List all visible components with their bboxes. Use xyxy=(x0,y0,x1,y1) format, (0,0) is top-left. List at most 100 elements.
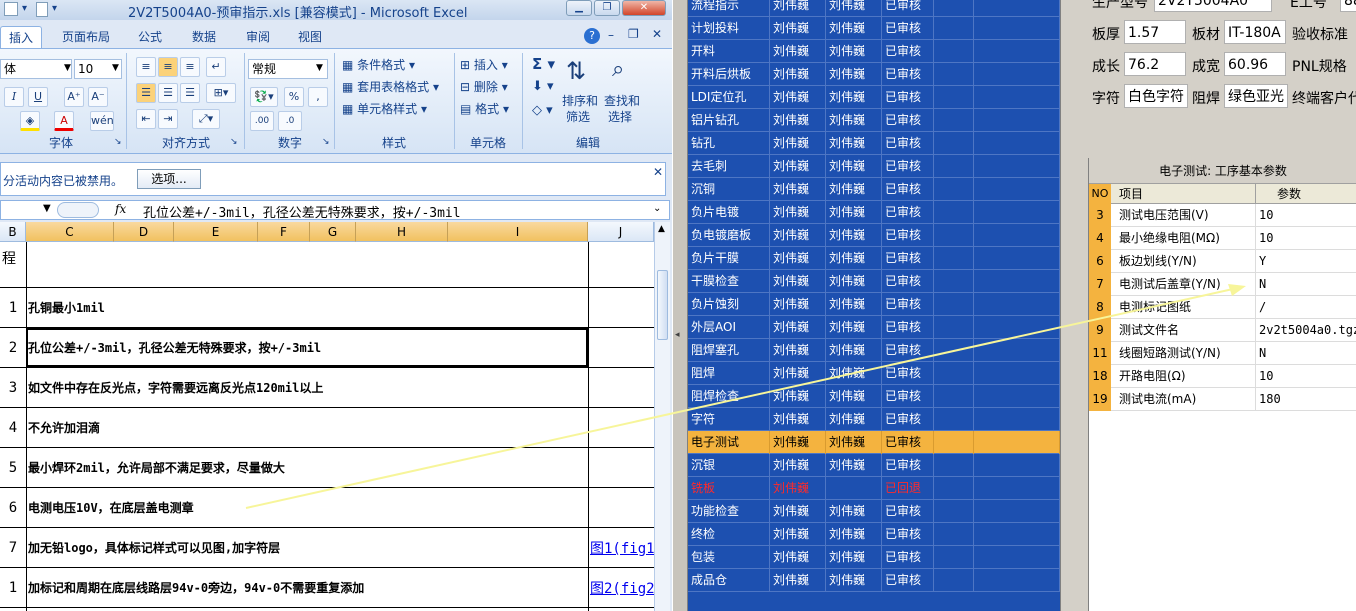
clear-icon[interactable]: ◇ ▾ xyxy=(532,103,553,118)
process-row[interactable]: 开料后烘板 刘伟巍 刘伟巍 已审核 xyxy=(688,63,1060,86)
find-select-icon[interactable]: ⌕ xyxy=(612,57,624,82)
worksheet[interactable]: B C D E F G H I J 程 1 孔铜最小1mil 2 孔位公差+/-… xyxy=(0,222,654,611)
align-top-icon[interactable]: ≡ xyxy=(136,57,156,77)
underline-icon[interactable]: U xyxy=(28,87,48,107)
param-row[interactable]: 3 测试电压范围(V) 10 xyxy=(1089,204,1356,227)
vertical-scrollbar[interactable]: ▲ xyxy=(654,222,670,611)
formula-content[interactable]: 孔位公差+/-3mil，孔径公差无特殊要求，按+/-3mil xyxy=(143,202,461,221)
splitter-arrow-icon[interactable]: ◂ xyxy=(675,330,680,340)
name-box-dropdown-icon[interactable]: ▼ xyxy=(43,203,51,214)
options-button[interactable]: 选项... xyxy=(137,169,201,189)
grow-font-icon[interactable]: A⁺ xyxy=(64,87,84,107)
font-name-select[interactable]: 体 xyxy=(0,59,72,79)
phonetic-icon[interactable]: wén xyxy=(90,111,114,131)
column-header[interactable]: D xyxy=(114,222,174,242)
table-row[interactable]: 7 加无铅logo，具体标记样式可以见图,加字符层 图1(fig1 xyxy=(0,528,654,568)
percent-icon[interactable]: % xyxy=(284,87,304,107)
number-dialog-launcher-icon[interactable]: ↘ xyxy=(322,137,330,147)
process-row[interactable]: 负片电镀 刘伟巍 刘伟巍 已审核 xyxy=(688,201,1060,224)
currency-format-icon[interactable]: 💱▾ xyxy=(250,87,278,107)
header-param[interactable]: 参数 xyxy=(1277,184,1301,204)
align-bottom-icon[interactable]: ≡ xyxy=(180,57,200,77)
minimize-icon[interactable]: ▁ xyxy=(566,0,592,16)
param-row[interactable]: 6 板边划线(Y/N) Y xyxy=(1089,250,1356,273)
column-header[interactable]: F xyxy=(258,222,310,242)
param-row[interactable]: 8 电测标记图纸 / xyxy=(1089,296,1356,319)
italic-icon[interactable]: I xyxy=(4,87,24,107)
column-header[interactable]: J xyxy=(588,222,654,242)
pane-splitter[interactable]: ◂ xyxy=(672,0,688,611)
tab-page-layout[interactable]: 页面布局 xyxy=(54,26,118,48)
font-color-icon[interactable]: A xyxy=(54,111,74,131)
thickness-value[interactable]: 1.57 xyxy=(1124,20,1186,44)
column-header[interactable]: G xyxy=(310,222,356,242)
param-row[interactable]: 7 电测试后盖章(Y/N) N xyxy=(1089,273,1356,296)
font-name-dropdown-icon[interactable]: ▼ xyxy=(64,63,71,73)
table-row[interactable]: 2 孔位公差+/-3mil，孔径公差无特殊要求，按+/-3mil xyxy=(0,328,654,368)
param-row[interactable]: 9 测试文件名 2v2t5004a0.tgz xyxy=(1089,319,1356,342)
conditional-format-button[interactable]: ▦ 条件格式 ▾ xyxy=(342,55,415,75)
maximize-icon[interactable]: ❐ xyxy=(594,0,620,16)
figure-link[interactable]: 图2(fig2 xyxy=(590,578,654,598)
fill-color-icon[interactable]: ◈ xyxy=(20,111,40,131)
column-header[interactable]: C xyxy=(26,222,114,242)
table-row[interactable]: 1 加标记和周期在底层线路层94v-0旁边，94v-0不需要重复添加 图2(fi… xyxy=(0,568,654,608)
align-center-icon[interactable]: ☰ xyxy=(158,83,178,103)
material-value[interactable]: IT-180A xyxy=(1224,20,1286,44)
param-row[interactable]: 18 开路电阻(Ω) 10 xyxy=(1089,365,1356,388)
close-workbook-icon[interactable]: ✕ xyxy=(652,27,662,41)
close-window-icon[interactable]: ✕ xyxy=(622,0,666,16)
process-row[interactable]: 成品仓 刘伟巍 刘伟巍 已审核 xyxy=(688,569,1060,592)
process-row[interactable]: 终检 刘伟巍 刘伟巍 已审核 xyxy=(688,523,1060,546)
table-row[interactable]: 3 如文件中存在反光点，字符需要远离反光点120mil以上 xyxy=(0,368,654,408)
character-value[interactable]: 白色字符 xyxy=(1124,84,1188,108)
tab-view[interactable]: 视图 xyxy=(290,26,330,48)
column-header[interactable]: E xyxy=(174,222,258,242)
ribbon-restore-icon[interactable]: ❐ xyxy=(628,27,639,41)
align-right-icon[interactable]: ☰ xyxy=(180,83,200,103)
tab-formulas[interactable]: 公式 xyxy=(130,26,170,48)
process-row[interactable]: 电子测试 刘伟巍 刘伟巍 已审核 xyxy=(688,431,1060,454)
decrease-decimal-icon[interactable]: .0 xyxy=(278,111,302,131)
decrease-indent-icon[interactable]: ⇤ xyxy=(136,109,156,129)
increase-decimal-icon[interactable]: .00 xyxy=(250,111,274,131)
process-row[interactable]: 流程指示 刘伟巍 刘伟巍 已审核 xyxy=(688,0,1060,17)
process-row[interactable]: 沉银 刘伟巍 刘伟巍 已审核 xyxy=(688,454,1060,477)
quick-access-icon[interactable] xyxy=(4,2,18,16)
find-select-label-2[interactable]: 选择 xyxy=(608,107,632,127)
alignment-dialog-launcher-icon[interactable]: ↘ xyxy=(230,137,238,147)
tab-review[interactable]: 审阅 xyxy=(238,26,278,48)
table-row[interactable]: 6 电测电压10V，在底层盖电测章 xyxy=(0,488,654,528)
process-row[interactable]: 干膜检查 刘伟巍 刘伟巍 已审核 xyxy=(688,270,1060,293)
process-row[interactable]: 沉铜 刘伟巍 刘伟巍 已审核 xyxy=(688,178,1060,201)
header-item[interactable]: 项目 xyxy=(1119,184,1143,204)
format-as-table-button[interactable]: ▦ 套用表格格式 ▾ xyxy=(342,77,439,97)
process-row[interactable]: 阻焊 刘伟巍 刘伟巍 已审核 xyxy=(688,362,1060,385)
process-row[interactable]: 阻焊检查 刘伟巍 刘伟巍 已审核 xyxy=(688,385,1060,408)
process-row[interactable]: 负片干膜 刘伟巍 刘伟巍 已审核 xyxy=(688,247,1060,270)
tab-insert[interactable]: 插入 xyxy=(0,26,43,48)
width-value[interactable]: 60.96 xyxy=(1224,52,1286,76)
process-row[interactable]: 铣板 刘伟巍 已回退 xyxy=(688,477,1060,500)
insert-function-icon[interactable]: fx xyxy=(115,202,126,216)
shrink-font-icon[interactable]: A⁻ xyxy=(88,87,108,107)
length-value[interactable]: 76.2 xyxy=(1124,52,1186,76)
process-row[interactable]: 铝片钻孔 刘伟巍 刘伟巍 已审核 xyxy=(688,109,1060,132)
process-row[interactable]: 负电镀磨板 刘伟巍 刘伟巍 已审核 xyxy=(688,224,1060,247)
process-row[interactable]: 功能检查 刘伟巍 刘伟巍 已审核 xyxy=(688,500,1060,523)
autosum-icon[interactable]: Σ ▾ xyxy=(532,55,555,73)
new-file-icon[interactable] xyxy=(36,2,48,17)
process-row[interactable]: 外层AOI 刘伟巍 刘伟巍 已审核 xyxy=(688,316,1060,339)
tab-data[interactable]: 数据 xyxy=(184,26,224,48)
column-header[interactable]: I xyxy=(448,222,588,242)
message-bar-close-icon[interactable]: ✕ xyxy=(653,165,663,179)
cell-styles-button[interactable]: ▦ 单元格样式 ▾ xyxy=(342,99,427,119)
job-number-value[interactable]: 88 xyxy=(1340,0,1356,12)
align-middle-icon[interactable]: ≡ xyxy=(158,57,178,77)
orientation-icon[interactable]: ⤢▾ xyxy=(192,109,220,129)
insert-cells-button[interactable]: ⊞ 插入 ▾ xyxy=(460,55,508,75)
table-row[interactable]: 5 最小焊环2mil，允许局部不满足要求，尽量做大 xyxy=(0,448,654,488)
process-row[interactable]: 开料 刘伟巍 刘伟巍 已审核 xyxy=(688,40,1060,63)
table-row[interactable]: 4 不允许加泪滴 xyxy=(0,408,654,448)
formula-expand-icon[interactable]: ⌄ xyxy=(653,203,661,214)
